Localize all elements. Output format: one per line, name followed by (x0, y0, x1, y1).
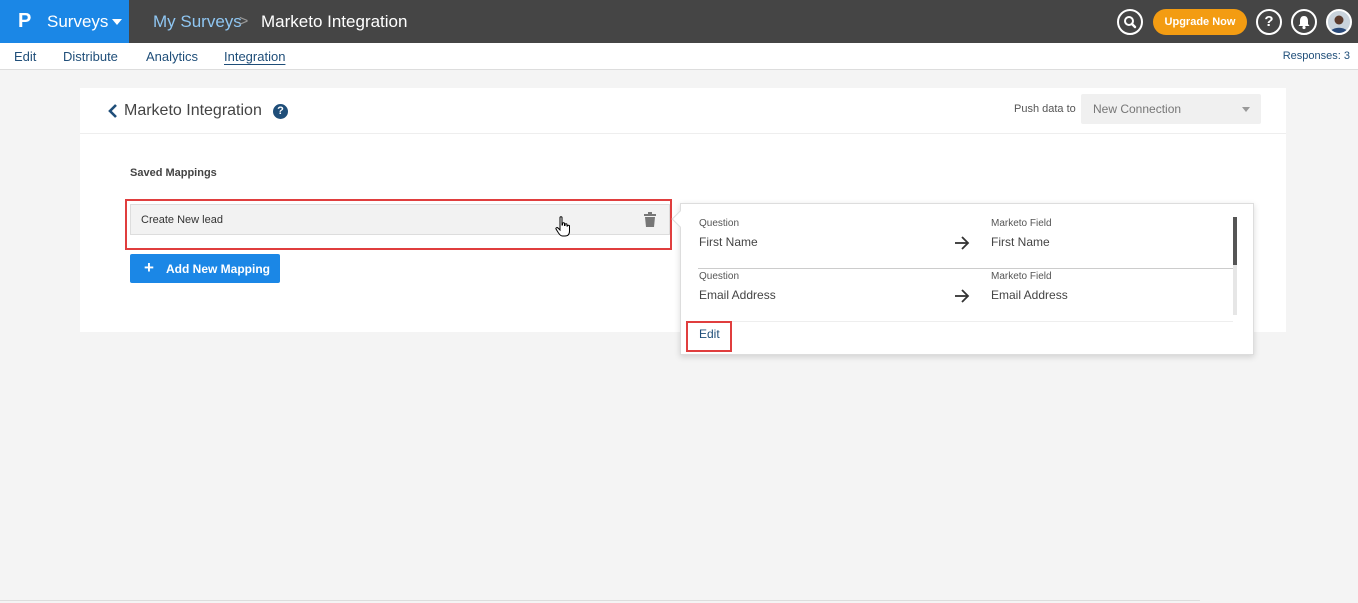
trash-icon[interactable] (644, 212, 656, 232)
nav-integration[interactable]: Integration (224, 49, 285, 64)
product-name: Surveys (47, 12, 109, 31)
sub-navigation: Edit Distribute Analytics Integration Re… (0, 43, 1358, 70)
scrollbar-thumb[interactable] (1233, 217, 1237, 265)
breadcrumb-my-surveys[interactable]: My Surveys (153, 12, 242, 32)
push-data-value: New Connection (1093, 102, 1182, 116)
question-label: Question (699, 271, 740, 282)
notifications-button[interactable] (1291, 9, 1317, 35)
hand-cursor-icon (555, 216, 571, 243)
push-data-label: Push data to (1014, 103, 1076, 115)
breadcrumb-separator-icon: > (239, 13, 249, 30)
scrollbar-track[interactable] (1233, 265, 1237, 315)
question-value: Email Address (699, 288, 776, 302)
mapping-details-popover: Question First Name Marketo Field First … (671, 203, 1254, 355)
marketo-field-value: First Name (991, 235, 1050, 249)
marketo-field-label: Marketo Field (991, 218, 1052, 229)
marketo-field-label: Marketo Field (991, 271, 1052, 282)
question-value: First Name (699, 235, 758, 249)
user-avatar-icon (1328, 11, 1350, 33)
help-icon[interactable]: ? (273, 104, 288, 119)
saved-mapping-item[interactable]: Create New lead (130, 204, 670, 235)
push-data-select[interactable]: New Connection (1081, 94, 1261, 124)
responses-count[interactable]: Responses: 3 (1283, 50, 1350, 63)
question-label: Question (699, 218, 740, 229)
page-title: Marketo Integration (124, 102, 262, 119)
upgrade-now-button[interactable]: Upgrade Now (1153, 9, 1247, 35)
bell-icon (1298, 16, 1310, 30)
dropdown-caret-icon (1242, 107, 1250, 112)
brand-logo: P (18, 10, 32, 32)
search-icon (1124, 16, 1137, 29)
edit-mapping-link[interactable]: Edit (699, 327, 720, 341)
back-chevron-icon[interactable] (108, 103, 118, 124)
nav-analytics[interactable]: Analytics (146, 49, 198, 64)
nav-edit[interactable]: Edit (14, 49, 36, 64)
add-new-mapping-button[interactable]: + Add New Mapping (130, 254, 280, 283)
mapping-row: Question Email Address Marketo Field Ema… (698, 269, 1233, 322)
arrow-right-icon (954, 236, 970, 255)
mapping-name: Create New lead (141, 214, 223, 226)
marketo-field-value: Email Address (991, 288, 1068, 302)
search-button[interactable] (1117, 9, 1143, 35)
avatar[interactable] (1326, 9, 1352, 35)
arrow-right-icon (954, 289, 970, 308)
card-header: Marketo Integration ? Push data to New C… (80, 88, 1286, 134)
divider (0, 600, 1200, 601)
add-new-mapping-label: Add New Mapping (166, 262, 270, 276)
top-bar: P Surveys My Surveys > Marketo Integrati… (0, 0, 1358, 43)
nav-distribute[interactable]: Distribute (63, 49, 118, 64)
saved-mappings-label: Saved Mappings (130, 167, 217, 179)
mapping-row: Question First Name Marketo Field First … (698, 216, 1233, 269)
breadcrumb-current: Marketo Integration (261, 12, 408, 31)
plus-icon: + (144, 258, 154, 277)
help-button[interactable]: ? (1256, 9, 1282, 35)
product-switcher[interactable]: P Surveys (0, 0, 129, 43)
chevron-down-icon (112, 19, 122, 25)
